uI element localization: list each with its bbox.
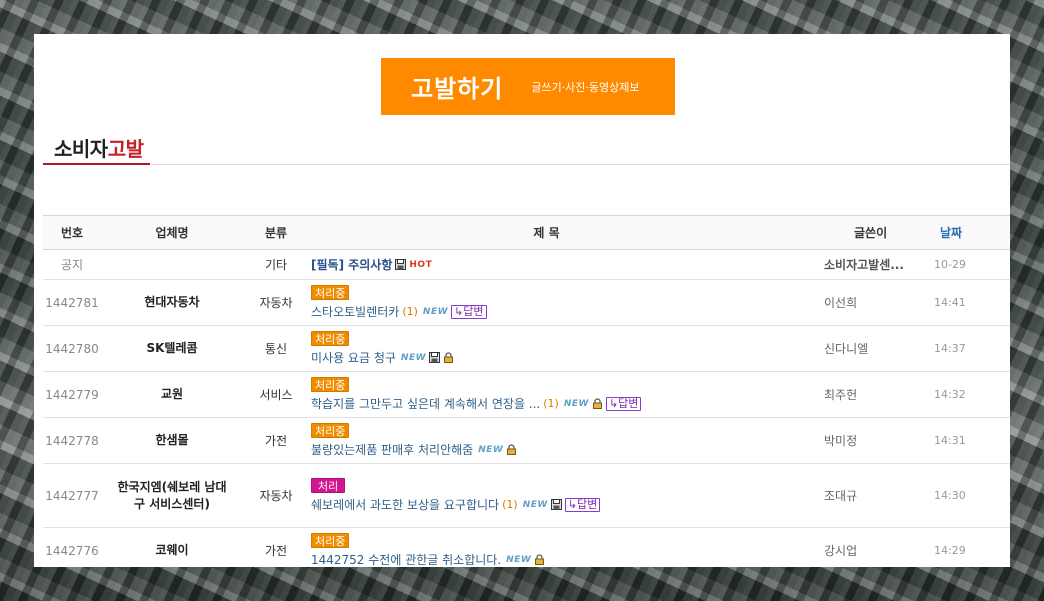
row-subject-link[interactable]: 학습지를 그만두고 싶은데 계속해서 연장을 ... <box>311 395 540 412</box>
new-icon: NEW <box>522 499 548 510</box>
lock-icon <box>507 444 517 455</box>
row-number: 1442777 <box>45 488 99 503</box>
new-icon: NEW <box>400 352 427 363</box>
section-title: 소비자고발 <box>54 133 144 162</box>
row-category: 가전 <box>264 544 288 558</box>
row-subject-cell: 처리중미사용 요금 청구 NEW <box>309 326 824 372</box>
comment-count: (1) <box>543 397 559 410</box>
row-subject-link[interactable]: 쉐보레에서 과도한 보상을 요구합니다 <box>311 496 499 513</box>
row-date: 14:32 <box>934 388 966 401</box>
row-subject-link[interactable]: 불량있는제품 판매후 처리안해줌 <box>311 441 473 458</box>
content-panel: 고발하기 글쓰기·사진·동영상제보 소비자고발 번호 업체명 분류 제 목 글쓴… <box>34 34 1010 567</box>
file-attachment-icon <box>429 352 441 363</box>
row-writer: 이선희 <box>824 296 858 310</box>
reply-icon: ↳답변 <box>605 396 642 411</box>
row-number: 1442778 <box>45 433 99 448</box>
row-writer: 박미정 <box>824 434 858 448</box>
header-category: 분류 <box>264 226 288 240</box>
header-no: 번호 <box>60 226 84 240</box>
report-button-title: 고발하기 <box>411 75 504 103</box>
status-badge: 처리중 <box>311 331 350 346</box>
row-date: 14:30 <box>934 489 966 502</box>
notice-writer: 소비자고발센... <box>824 258 904 272</box>
lock-icon <box>444 352 454 363</box>
header-writer: 글쓴이 <box>854 226 888 240</box>
table-row[interactable]: 1442780 SK텔레콤 통신 처리중미사용 요금 청구 NEW 신다니엘 14:37 <box>43 326 1010 372</box>
notice-company <box>101 250 243 280</box>
row-subject-link[interactable]: 1442752 수전에 관한글 취소합니다. <box>311 551 501 567</box>
notice-category: 기타 <box>264 258 288 272</box>
reply-icon: ↳답변 <box>451 304 487 319</box>
notice-subject-cell: [필독] 주의사항 HOT <box>309 250 824 280</box>
lock-icon <box>535 554 545 565</box>
table-row[interactable]: 1442779 교원 서비스 처리중학습지를 그만두고 싶은데 계속해서 연장을 ..… <box>43 372 1010 418</box>
complaint-board-table: 번호 업체명 분류 제 목 글쓴이 날짜 공지 기타 [필독] 주의사항 HOT <box>43 215 1010 567</box>
row-company: 코웨이 <box>155 543 189 557</box>
row-category: 통신 <box>264 342 288 356</box>
row-subject-cell: 처리중 1442752 수전에 관한글 취소합니다. NEW <box>309 528 824 567</box>
status-badge: 처리중 <box>311 533 350 548</box>
table-row[interactable]: 1442776 코웨이 가전 처리중 1442752 수전에 관한글 취소합니다. NEW… <box>43 528 1010 567</box>
row-subject-link[interactable]: 스타오토빌렌터카 <box>311 303 399 320</box>
row-company: 현대자동차 <box>144 295 200 309</box>
header-date[interactable]: 날짜 <box>930 216 1010 250</box>
section-divider <box>43 164 1010 165</box>
new-icon: NEW <box>422 306 449 317</box>
row-subject-cell: 처리쉐보레에서 과도한 보상을 요구합니다 (1) NEW ↳답변 <box>309 464 824 528</box>
row-writer: 조대규 <box>824 489 858 503</box>
row-subject-cell: 처리중불량있는제품 판매후 처리안해줌 NEW <box>309 418 824 464</box>
table-row[interactable]: 1442777 한국지엠(쉐보레 남대구 서비스센터) 자동차 처리쉐보레에서 과도한… <box>43 464 1010 528</box>
row-writer: 신다니엘 <box>824 342 869 356</box>
status-badge: 처리중 <box>311 423 350 438</box>
section-title-main: 소비자 <box>54 137 108 161</box>
table-row[interactable]: 1442778 한샘몰 가전 처리중불량있는제품 판매후 처리안해줌 NEW 박미정 14:… <box>43 418 1010 464</box>
row-category: 자동차 <box>259 296 293 310</box>
row-subject-cell: 처리중학습지를 그만두고 싶은데 계속해서 연장을 ... (1) NEW ↳답변 <box>309 372 824 418</box>
row-category: 자동차 <box>259 489 293 503</box>
row-company: 한샘몰 <box>155 433 189 447</box>
status-badge: 처리 <box>311 478 346 493</box>
row-subject-link[interactable]: 미사용 요금 청구 <box>311 349 396 366</box>
row-number: 1442781 <box>45 295 99 310</box>
file-attachment-icon <box>395 259 407 270</box>
row-date: 14:41 <box>934 296 966 309</box>
row-company: SK텔레콤 <box>146 341 198 355</box>
row-date: 14:37 <box>934 342 966 355</box>
status-badge: 처리중 <box>311 285 350 300</box>
report-button-subtitle: 글쓰기·사진·동영상제보 <box>531 80 640 94</box>
row-date: 14:29 <box>934 544 966 557</box>
row-category: 가전 <box>264 434 288 448</box>
notice-label: 공지 <box>60 258 84 272</box>
section-title-accent: 고발 <box>107 137 144 161</box>
comment-count: (1) <box>502 498 518 511</box>
row-date: 14:31 <box>934 434 966 447</box>
row-company: 교원 <box>160 387 184 401</box>
file-attachment-icon <box>550 499 562 510</box>
notice-subject-link[interactable]: [필독] 주의사항 <box>311 256 392 273</box>
row-writer: 최주헌 <box>824 388 858 402</box>
header-subject: 제 목 <box>533 226 560 240</box>
reply-icon: ↳답변 <box>564 497 601 512</box>
report-button[interactable]: 고발하기 글쓰기·사진·동영상제보 <box>381 58 675 115</box>
row-company: 한국지엠(쉐보레 남대구 서비스센터) <box>117 479 227 511</box>
row-writer: 강시업 <box>824 544 858 558</box>
header-company: 업체명 <box>155 226 189 240</box>
lock-icon <box>592 398 602 409</box>
hot-icon: HOT <box>409 259 433 270</box>
row-number: 1442776 <box>45 543 99 558</box>
comment-count: (1) <box>402 305 418 318</box>
row-category: 서비스 <box>259 388 293 402</box>
new-icon: NEW <box>506 554 532 565</box>
notice-row[interactable]: 공지 기타 [필독] 주의사항 HOT 소비자고발센... 10-29 <box>43 250 1010 280</box>
row-number: 1442779 <box>45 387 99 402</box>
table-row[interactable]: 1442781 현대자동차 자동차 처리중스타오토빌렌터카 (1) NEW ↳답변 이선희 14… <box>43 280 1010 326</box>
table-header-row: 번호 업체명 분류 제 목 글쓴이 날짜 <box>43 215 1010 250</box>
row-number: 1442780 <box>45 341 99 356</box>
section-title-underline <box>43 163 150 165</box>
new-icon: NEW <box>478 444 504 455</box>
row-subject-cell: 처리중스타오토빌렌터카 (1) NEW ↳답변 <box>309 280 824 326</box>
status-badge: 처리중 <box>311 377 350 392</box>
new-icon: NEW <box>563 398 589 409</box>
notice-date: 10-29 <box>934 258 966 271</box>
